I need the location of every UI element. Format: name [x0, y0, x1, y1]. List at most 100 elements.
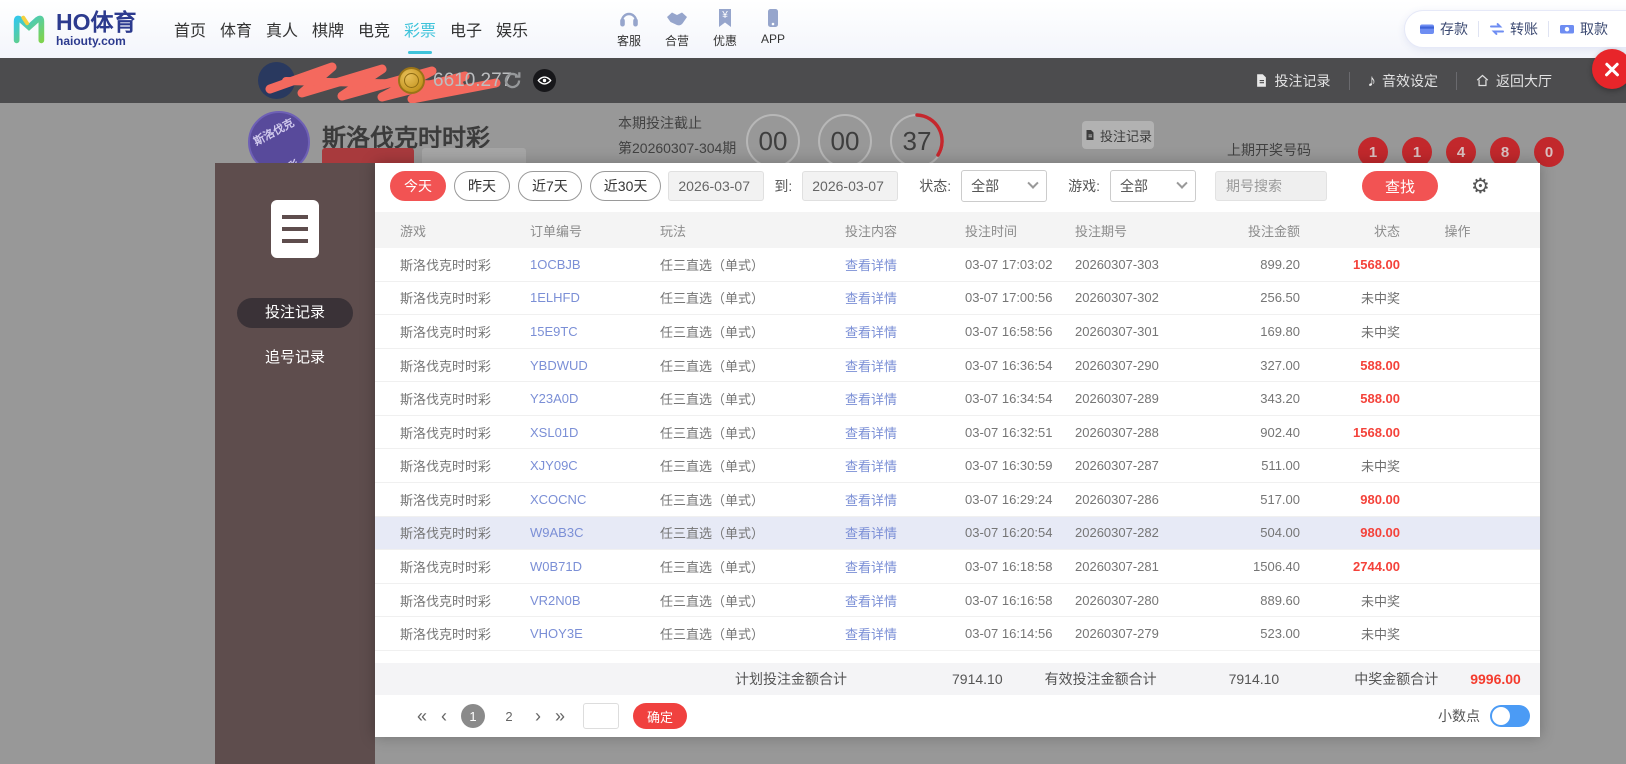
cell-order-id[interactable]: W9AB3C [530, 525, 660, 540]
date-range-pill[interactable]: 近30天 [589, 171, 662, 201]
cell-period: 20260307-289 [1075, 391, 1159, 407]
view-detail-link[interactable]: 查看详情 [845, 288, 965, 307]
customer-service-link[interactable]: 客服 [608, 6, 650, 49]
view-detail-link[interactable]: 查看详情 [845, 389, 965, 408]
cell-time: 03-07 17:03:02 [965, 256, 1053, 272]
cell-game: 斯洛伐克时时彩 [400, 358, 492, 374]
view-detail-link[interactable]: 查看详情 [845, 423, 965, 442]
view-detail-link[interactable]: 查看详情 [845, 523, 965, 542]
nav-menu-item[interactable]: 电子 [450, 0, 482, 58]
cell-order-id[interactable]: VHOY3E [530, 626, 660, 641]
nav-menu-item[interactable]: 电竞 [358, 0, 390, 58]
date-range-pill[interactable]: 近7天 [518, 171, 582, 201]
back-to-lobby-link[interactable]: 返回大厅 [1457, 71, 1570, 91]
deadline-label: 本期投注截止 [618, 115, 702, 131]
confirm-page-button[interactable]: 确定 [633, 703, 688, 729]
sidebar-menu-item[interactable]: 投注记录 [237, 298, 353, 328]
period-search-input[interactable] [1215, 171, 1328, 201]
date-range-pill[interactable]: 今天 [390, 171, 446, 201]
refresh-balance-icon[interactable] [502, 70, 523, 91]
date-from-input[interactable] [668, 171, 765, 201]
nav-menu-item[interactable]: 首页 [174, 0, 206, 58]
cell-order-id[interactable]: VR2N0B [530, 593, 660, 608]
nav-menu-item[interactable]: 彩票 [404, 0, 436, 58]
bet-record-button[interactable]: 投注记录 [1082, 121, 1154, 149]
date-range-pill[interactable]: 昨天 [454, 171, 510, 201]
sound-settings-link[interactable]: ♪ 音效设定 [1350, 71, 1457, 91]
table-row[interactable]: 斯洛伐克时时彩 VR2N0B 任三直选（单式） 查看详情 03-07 16:16… [375, 584, 1540, 618]
table-row[interactable]: 斯洛伐克时时彩 VHOY3E 任三直选（单式） 查看详情 03-07 16:14… [375, 617, 1540, 651]
cell-order-id[interactable]: 15E9TC [530, 324, 660, 339]
bet-record-link[interactable]: 投注记录 [1236, 71, 1349, 91]
promotions-link[interactable]: ¥ 优惠 [704, 6, 746, 49]
table-row[interactable]: 斯洛伐克时时彩 XCOCNC 任三直选（单式） 查看详情 03-07 16:29… [375, 483, 1540, 517]
cell-time: 03-07 16:18:58 [965, 558, 1053, 574]
cell-order-id[interactable]: XJY09C [530, 458, 660, 473]
view-detail-link[interactable]: 查看详情 [845, 624, 965, 643]
page-number-button[interactable]: 1 [461, 704, 486, 728]
active-underline [408, 51, 432, 54]
view-detail-link[interactable]: 查看详情 [845, 456, 965, 475]
page-number-input[interactable] [583, 703, 620, 729]
cell-amount: 889.60 [1260, 592, 1300, 608]
app-download-link[interactable]: APP [752, 6, 794, 49]
table-row[interactable]: 斯洛伐克时时彩 15E9TC 任三直选（单式） 查看详情 03-07 16:58… [375, 315, 1540, 349]
next-page-button[interactable]: › [535, 707, 541, 725]
withdraw-button[interactable]: 取款 [1559, 19, 1608, 39]
cell-amount: 511.00 [1261, 458, 1300, 474]
nav-menu-item[interactable]: 娱乐 [496, 0, 528, 58]
nav-menu-item[interactable]: 棋牌 [312, 0, 344, 58]
table-row[interactable]: 斯洛伐克时时彩 1OCBJB 任三直选（单式） 查看详情 03-07 17:03… [375, 248, 1540, 282]
main-menu: 首页 体育 真人 棋牌 电竞 彩票 电子 娱乐 [174, 0, 528, 58]
cell-order-id[interactable]: 1OCBJB [530, 257, 660, 272]
partnership-link[interactable]: 合营 [656, 6, 698, 49]
cell-order-id[interactable]: 1ELHFD [530, 290, 660, 305]
nav-menu-item[interactable]: 真人 [266, 0, 298, 58]
countdown-timer: 00 00 37 [745, 113, 945, 169]
page-number-button[interactable]: 2 [497, 704, 521, 728]
cell-period: 20260307-286 [1075, 491, 1159, 507]
table-row[interactable]: 斯洛伐克时时彩 Y23A0D 任三直选（单式） 查看详情 03-07 16:34… [375, 382, 1540, 416]
sidebar-menu-item[interactable]: 追号记录 [237, 343, 353, 373]
cell-time: 03-07 16:14:56 [965, 626, 1053, 642]
deposit-button[interactable]: 存款 [1419, 19, 1468, 39]
cell-time: 03-07 17:00:56 [965, 290, 1053, 306]
decimal-toggle[interactable] [1490, 705, 1530, 727]
prev-page-button[interactable]: ‹ [441, 707, 447, 725]
cell-play: 任三直选（单式） [660, 324, 765, 340]
last-page-button[interactable]: » [555, 707, 565, 725]
view-detail-link[interactable]: 查看详情 [845, 255, 965, 274]
close-modal-button[interactable] [1592, 49, 1626, 89]
view-detail-link[interactable]: 查看详情 [845, 356, 965, 375]
cell-order-id[interactable]: XSL01D [530, 425, 660, 440]
cell-status: 588.00 [1360, 357, 1400, 373]
status-select[interactable]: 全部 [961, 170, 1048, 202]
view-detail-link[interactable]: 查看详情 [845, 591, 965, 610]
cell-order-id[interactable]: XCOCNC [530, 492, 660, 507]
table-row[interactable]: 斯洛伐克时时彩 1ELHFD 任三直选（单式） 查看详情 03-07 17:00… [375, 282, 1540, 316]
view-detail-link[interactable]: 查看详情 [845, 490, 965, 509]
table-row[interactable]: 斯洛伐克时时彩 XSL01D 任三直选（单式） 查看详情 03-07 16:32… [375, 416, 1540, 450]
table-row[interactable]: 斯洛伐克时时彩 XJY09C 任三直选（单式） 查看详情 03-07 16:30… [375, 449, 1540, 484]
table-row[interactable]: 斯洛伐克时时彩 W9AB3C 任三直选（单式） 查看详情 03-07 16:20… [375, 516, 1540, 551]
first-page-button[interactable]: « [417, 707, 427, 725]
valid-total-label: 有效投注金额合计 [1044, 671, 1157, 687]
view-detail-link[interactable]: 查看详情 [845, 557, 965, 576]
view-detail-link[interactable]: 查看详情 [845, 322, 965, 341]
gear-icon[interactable] [1471, 174, 1490, 199]
cell-order-id[interactable]: YBDWUD [530, 358, 660, 373]
nav-menu-item[interactable]: 体育 [220, 0, 252, 58]
decimal-label: 小数点 [1438, 708, 1480, 724]
search-button[interactable]: 查找 [1362, 171, 1439, 201]
toggle-balance-visibility-icon[interactable] [533, 69, 556, 92]
transfer-button[interactable]: 转账 [1489, 19, 1538, 39]
table-row[interactable]: 斯洛伐克时时彩 YBDWUD 任三直选（单式） 查看详情 03-07 16:36… [375, 349, 1540, 383]
date-to-input[interactable] [802, 171, 899, 201]
cell-play: 任三直选（单式） [660, 492, 765, 508]
game-select[interactable]: 全部 [1110, 170, 1197, 202]
planned-total-label: 计划投注金额合计 [735, 671, 847, 687]
cell-order-id[interactable]: W0B71D [530, 559, 660, 574]
site-logo[interactable]: HO体育 haiouty.com [10, 10, 160, 48]
table-row[interactable]: 斯洛伐克时时彩 W0B71D 任三直选（单式） 查看详情 03-07 16:18… [375, 550, 1540, 584]
cell-order-id[interactable]: Y23A0D [530, 391, 660, 406]
